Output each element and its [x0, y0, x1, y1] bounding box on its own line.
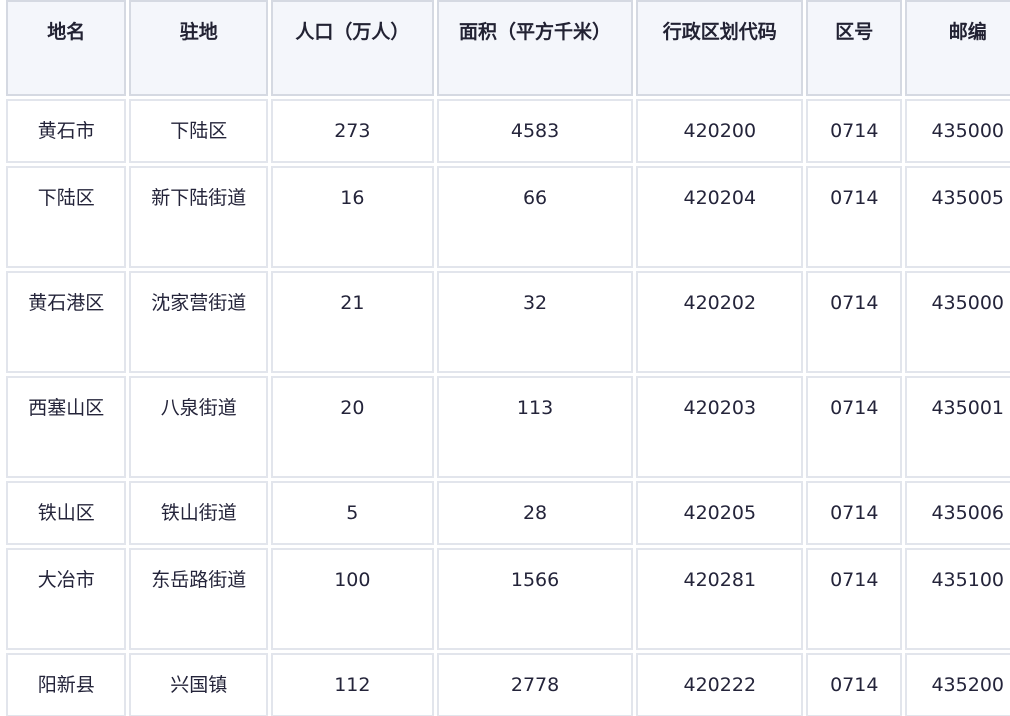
cell-postal-code: 435100	[905, 548, 1010, 650]
table-row: 黄石港区 沈家营街道 21 32 420202 0714 435000	[6, 271, 1010, 373]
header-seat: 驻地	[129, 0, 269, 96]
cell-place-name: 黄石港区	[6, 271, 127, 373]
table-row: 黄石市 下陆区 273 4583 420200 0714 435000	[6, 99, 1010, 163]
header-postal-code: 邮编	[905, 0, 1010, 96]
cell-postal-code: 435006	[905, 481, 1010, 545]
cell-area-code: 0714	[806, 166, 903, 268]
cell-area-code: 0714	[806, 548, 903, 650]
cell-place-name: 阳新县	[6, 653, 127, 716]
table-row: 铁山区 铁山街道 5 28 420205 0714 435006	[6, 481, 1010, 545]
cell-division-code: 420203	[636, 376, 804, 478]
cell-area: 2778	[436, 653, 634, 716]
header-division-code: 行政区划代码	[636, 0, 804, 96]
table-row: 阳新县 兴国镇 112 2778 420222 0714 435200	[6, 653, 1010, 716]
cell-population: 273	[271, 99, 434, 163]
cell-seat: 八泉街道	[129, 376, 269, 478]
cell-area: 32	[436, 271, 634, 373]
table-row: 下陆区 新下陆街道 16 66 420204 0714 435005	[6, 166, 1010, 268]
cell-division-code: 420222	[636, 653, 804, 716]
cell-place-name: 西塞山区	[6, 376, 127, 478]
table-body: 黄石市 下陆区 273 4583 420200 0714 435000 下陆区 …	[6, 99, 1010, 716]
cell-area-code: 0714	[806, 99, 903, 163]
cell-place-name: 黄石市	[6, 99, 127, 163]
cell-division-code: 420204	[636, 166, 804, 268]
cell-area-code: 0714	[806, 481, 903, 545]
cell-postal-code: 435005	[905, 166, 1010, 268]
cell-population: 16	[271, 166, 434, 268]
cell-population: 5	[271, 481, 434, 545]
cell-place-name: 大冶市	[6, 548, 127, 650]
cell-area-code: 0714	[806, 653, 903, 716]
cell-area: 28	[436, 481, 634, 545]
cell-seat: 下陆区	[129, 99, 269, 163]
cell-population: 112	[271, 653, 434, 716]
cell-division-code: 420281	[636, 548, 804, 650]
header-row: 地名 驻地 人口（万人） 面积（平方千米） 行政区划代码 区号 邮编	[6, 0, 1010, 96]
cell-place-name: 下陆区	[6, 166, 127, 268]
cell-population: 21	[271, 271, 434, 373]
header-population: 人口（万人）	[271, 0, 434, 96]
cell-seat: 铁山街道	[129, 481, 269, 545]
cell-postal-code: 435001	[905, 376, 1010, 478]
table-row: 西塞山区 八泉街道 20 113 420203 0714 435001	[6, 376, 1010, 478]
header-area-code: 区号	[806, 0, 903, 96]
cell-population: 100	[271, 548, 434, 650]
cell-seat: 新下陆街道	[129, 166, 269, 268]
cell-population: 20	[271, 376, 434, 478]
table-row: 大冶市 东岳路街道 100 1566 420281 0714 435100	[6, 548, 1010, 650]
cell-area: 113	[436, 376, 634, 478]
header-place-name: 地名	[6, 0, 127, 96]
cell-area: 1566	[436, 548, 634, 650]
cell-area-code: 0714	[806, 376, 903, 478]
cell-postal-code: 435000	[905, 99, 1010, 163]
cell-seat: 兴国镇	[129, 653, 269, 716]
cell-division-code: 420200	[636, 99, 804, 163]
cell-place-name: 铁山区	[6, 481, 127, 545]
table-container: 地名 驻地 人口（万人） 面积（平方千米） 行政区划代码 区号 邮编 黄石市 下…	[0, 0, 1010, 716]
cell-seat: 东岳路街道	[129, 548, 269, 650]
cell-postal-code: 435000	[905, 271, 1010, 373]
header-area: 面积（平方千米）	[436, 0, 634, 96]
cell-area: 66	[436, 166, 634, 268]
cell-seat: 沈家营街道	[129, 271, 269, 373]
cell-postal-code: 435200	[905, 653, 1010, 716]
cell-division-code: 420202	[636, 271, 804, 373]
cell-division-code: 420205	[636, 481, 804, 545]
district-data-table: 地名 驻地 人口（万人） 面积（平方千米） 行政区划代码 区号 邮编 黄石市 下…	[3, 0, 1010, 716]
cell-area: 4583	[436, 99, 634, 163]
cell-area-code: 0714	[806, 271, 903, 373]
table-header: 地名 驻地 人口（万人） 面积（平方千米） 行政区划代码 区号 邮编	[6, 0, 1010, 96]
